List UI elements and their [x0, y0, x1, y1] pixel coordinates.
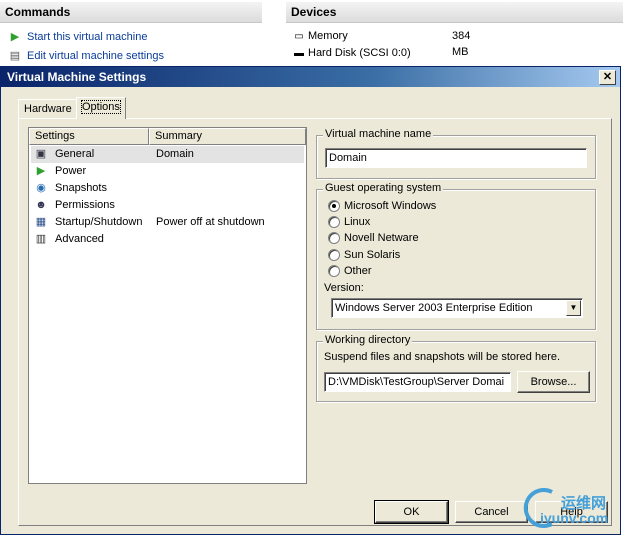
- snapshots-icon: ◉: [36, 182, 46, 194]
- device-memory[interactable]: ▭ Memory 384 MB: [292, 28, 470, 58]
- list-item-snapshots[interactable]: ◉ Snapshots: [31, 180, 304, 197]
- list-item-name: Permissions: [55, 199, 115, 211]
- dialog-titlebar[interactable]: Virtual Machine Settings ✕: [1, 67, 620, 87]
- hard-disk-label: Hard Disk (SCSI 0:0): [308, 47, 411, 59]
- list-item-name: Snapshots: [55, 182, 107, 194]
- settings-list[interactable]: Settings Summary ▣ General Domain ▶ Powe…: [28, 127, 307, 484]
- guest-os-legend: Guest operating system: [323, 182, 444, 194]
- list-item-name: Advanced: [55, 233, 104, 245]
- close-button[interactable]: ✕: [599, 70, 616, 85]
- permissions-icon: ☻: [35, 199, 47, 211]
- ok-button[interactable]: OK: [374, 500, 449, 524]
- col-summary-header[interactable]: Summary: [149, 128, 306, 145]
- tab-options-label: Options: [81, 100, 121, 114]
- version-label: Version:: [324, 282, 364, 294]
- settings-icon: ▤: [9, 50, 21, 62]
- radio-indicator: [328, 265, 340, 277]
- edit-settings-link[interactable]: ▤ Edit virtual machine settings: [8, 48, 164, 64]
- power-icon: ▶: [36, 165, 46, 177]
- working-dir-input[interactable]: D:\VMDisk\TestGroup\Server Domai: [324, 372, 511, 392]
- browse-button[interactable]: Browse...: [517, 371, 590, 393]
- watermark-text-url: iyunv.com: [540, 510, 609, 526]
- os-label: Sun Solaris: [344, 249, 401, 261]
- vm-name-input[interactable]: Domain: [325, 148, 587, 168]
- col-settings-header[interactable]: Settings: [29, 128, 149, 145]
- os-label: Microsoft Windows: [344, 200, 437, 212]
- devices-title: Devices: [286, 2, 623, 23]
- os-label: Other: [344, 265, 372, 277]
- memory-label: Memory: [308, 30, 348, 42]
- start-vm-link[interactable]: ▶ Start this virtual machine: [8, 29, 148, 45]
- list-item-name: Power: [55, 165, 87, 177]
- general-icon: ▣: [35, 148, 47, 160]
- list-item-advanced[interactable]: ▥ Advanced: [31, 231, 304, 248]
- list-item-summary: Power off at shutdown: [156, 216, 265, 228]
- tab-hardware-label: Hardware: [24, 103, 72, 115]
- hard-disk-icon: ▬: [294, 48, 304, 59]
- start-vm-label: Start this virtual machine: [27, 31, 148, 43]
- vm-name-group: Virtual machine name Domain: [316, 128, 596, 179]
- guest-os-group: Guest operating system Microsoft Windows…: [316, 182, 596, 330]
- vm-settings-dialog: Virtual Machine Settings ✕ Hardware Opti…: [0, 66, 621, 535]
- working-dir-legend: Working directory: [323, 334, 413, 346]
- version-select[interactable]: Windows Server 2003 Enterprise Edition ▼: [331, 298, 583, 318]
- advanced-icon: ▥: [35, 233, 47, 245]
- radio-indicator: [328, 216, 340, 228]
- version-value: Windows Server 2003 Enterprise Edition: [335, 302, 533, 314]
- radio-indicator: [328, 200, 340, 212]
- chevron-down-icon[interactable]: ▼: [566, 300, 581, 316]
- memory-value: 384 MB: [452, 30, 471, 58]
- list-item-startup-shutdown[interactable]: ▦ Startup/Shutdown Power off at shutdown: [31, 214, 304, 231]
- vm-name-legend: Virtual machine name: [323, 128, 434, 140]
- os-label: Linux: [344, 216, 371, 228]
- commands-title: Commands: [0, 2, 262, 23]
- list-item-name: General: [55, 148, 95, 160]
- play-icon: ▶: [10, 31, 20, 43]
- list-item-general[interactable]: ▣ General Domain: [31, 146, 304, 163]
- dialog-title: Virtual Machine Settings: [7, 70, 147, 84]
- close-icon: ✕: [602, 71, 613, 83]
- startup-icon: ▦: [35, 216, 47, 228]
- tab-options[interactable]: Options: [76, 97, 126, 119]
- list-item-power[interactable]: ▶ Power: [31, 163, 304, 180]
- list-header: Settings Summary: [29, 128, 306, 145]
- list-item-permissions[interactable]: ☻ Permissions: [31, 197, 304, 214]
- radio-indicator: [328, 249, 340, 261]
- working-dir-group: Working directory Suspend files and snap…: [316, 334, 596, 402]
- commands-panel: Commands ▶ Start this virtual machine ▤ Ed…: [0, 0, 276, 70]
- edit-settings-label: Edit virtual machine settings: [27, 50, 164, 62]
- list-item-summary: Domain: [156, 148, 194, 160]
- list-item-name: Startup/Shutdown: [55, 216, 143, 228]
- device-hard-disk[interactable]: ▬ Hard Disk (SCSI 0:0): [292, 45, 411, 61]
- os-label: Novell Netware: [344, 232, 419, 244]
- tab-hardware[interactable]: Hardware: [18, 99, 78, 118]
- memory-icon: ▭: [294, 31, 304, 42]
- cancel-button[interactable]: Cancel: [455, 501, 528, 523]
- working-dir-description: Suspend files and snapshots will be stor…: [324, 351, 561, 363]
- radio-indicator: [328, 232, 340, 244]
